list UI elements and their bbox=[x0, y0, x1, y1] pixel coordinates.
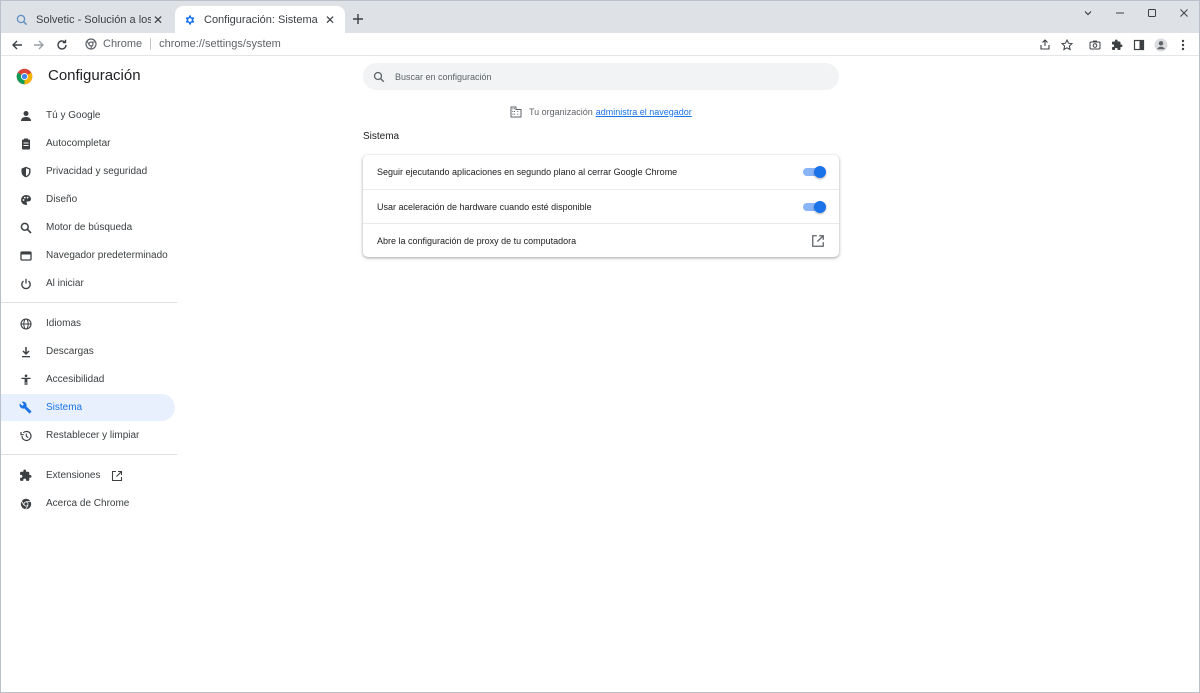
page-title: Configuración bbox=[48, 67, 141, 84]
minimize-button[interactable] bbox=[1104, 1, 1136, 25]
sidebar-item-label: Descargas bbox=[46, 346, 94, 357]
sidebar-item-label: Extensiones bbox=[46, 470, 101, 481]
sidebar-item-label: Autocompletar bbox=[46, 138, 111, 149]
sidebar-item-label: Idiomas bbox=[46, 318, 82, 329]
tab-title: Configuración: Sistema bbox=[204, 13, 318, 26]
setting-row-proxy[interactable]: Abre la configuración de proxy de tu com… bbox=[363, 223, 839, 257]
hardware-acceleration-toggle[interactable] bbox=[803, 201, 826, 213]
clipboard-icon bbox=[19, 137, 32, 150]
toggle-knob bbox=[814, 201, 826, 213]
sidebar-item-al-iniciar[interactable]: Al iniciar bbox=[1, 270, 175, 297]
puzzle-icon bbox=[19, 469, 32, 482]
address-bar[interactable]: Chrome chrome://settings/system bbox=[77, 34, 1082, 54]
site-chip: Chrome bbox=[103, 38, 143, 50]
sidebar-item-label: Motor de búsqueda bbox=[46, 222, 133, 233]
sidebar-divider bbox=[1, 302, 177, 303]
sidebar-item-privacidad[interactable]: Privacidad y seguridad bbox=[1, 158, 175, 185]
tab-solvetic[interactable]: Solvetic - Solución a los problem ✕ bbox=[7, 6, 173, 33]
sidebar-item-acerca-de-chrome[interactable]: Acerca de Chrome bbox=[1, 490, 175, 517]
search-icon bbox=[373, 71, 385, 83]
managed-notice-text: Tu organización bbox=[529, 106, 593, 117]
search-globe-icon bbox=[15, 13, 29, 27]
browser-window-icon bbox=[19, 249, 32, 262]
gear-icon bbox=[183, 13, 197, 27]
accessibility-icon bbox=[19, 373, 32, 386]
menu-kebab-icon[interactable] bbox=[1173, 35, 1193, 54]
sidebar-item-label: Sistema bbox=[46, 402, 83, 413]
managed-notice-link[interactable]: administra el navegador bbox=[596, 107, 692, 117]
sidebar-item-diseno[interactable]: Diseño bbox=[1, 186, 175, 213]
sidebar-item-label: Navegador predeterminado bbox=[46, 250, 168, 261]
close-icon[interactable]: ✕ bbox=[323, 13, 337, 27]
setting-label: Abre la configuración de proxy de tu com… bbox=[377, 235, 577, 246]
building-icon bbox=[510, 106, 522, 118]
omnibox-divider bbox=[150, 38, 152, 50]
close-icon[interactable]: ✕ bbox=[151, 13, 165, 27]
sidebar-item-sistema[interactable]: Sistema bbox=[1, 394, 175, 421]
chrome-icon bbox=[19, 497, 32, 510]
setting-row-background-apps[interactable]: Seguir ejecutando aplicaciones en segund… bbox=[363, 155, 839, 189]
maximize-button[interactable] bbox=[1136, 1, 1168, 25]
sidebar-item-descargas[interactable]: Descargas bbox=[1, 338, 175, 365]
sidebar-item-tu-y-google[interactable]: Tú y Google bbox=[1, 102, 175, 129]
download-icon bbox=[19, 345, 32, 358]
new-tab-button[interactable] bbox=[349, 10, 367, 28]
sidebar-item-label: Restablecer y limpiar bbox=[46, 430, 140, 441]
side-panel-icon[interactable] bbox=[1129, 35, 1149, 54]
sidebar-item-autocompletar[interactable]: Autocompletar bbox=[1, 130, 175, 157]
share-icon[interactable] bbox=[1035, 35, 1055, 54]
sidebar-item-label: Accesibilidad bbox=[46, 374, 105, 385]
wrench-icon bbox=[19, 401, 32, 414]
bookmark-star-icon[interactable] bbox=[1057, 35, 1077, 54]
section-title: Sistema bbox=[363, 131, 400, 142]
sidebar-item-label: Tú y Google bbox=[46, 110, 101, 121]
sidebar-item-label: Privacidad y seguridad bbox=[46, 166, 148, 177]
forward-button[interactable] bbox=[29, 35, 49, 54]
tab-title: Solvetic - Solución a los problem bbox=[36, 13, 151, 26]
extensions-puzzle-icon[interactable] bbox=[1107, 35, 1127, 54]
power-icon bbox=[19, 277, 32, 290]
setting-label: Seguir ejecutando aplicaciones en segund… bbox=[377, 167, 678, 177]
tab-search-button[interactable] bbox=[1072, 1, 1104, 25]
search-icon bbox=[19, 221, 32, 234]
shield-icon bbox=[19, 165, 32, 178]
tab-strip: Solvetic - Solución a los problem ✕ Conf… bbox=[1, 1, 1199, 33]
profile-avatar-icon[interactable] bbox=[1151, 35, 1171, 54]
close-window-button[interactable] bbox=[1168, 1, 1199, 25]
managed-notice: Tu organización administra el navegador bbox=[510, 105, 692, 118]
reload-button[interactable] bbox=[52, 35, 72, 54]
sidebar-item-label: Diseño bbox=[46, 194, 78, 205]
setting-row-hardware-acceleration[interactable]: Usar aceleración de hardware cuando esté… bbox=[363, 189, 839, 223]
sidebar-divider bbox=[1, 454, 177, 455]
background-apps-toggle[interactable] bbox=[803, 166, 826, 178]
system-settings-card: Seguir ejecutando aplicaciones en segund… bbox=[363, 155, 839, 257]
toolbar: Chrome chrome://settings/system bbox=[1, 33, 1199, 56]
browser-window: Solvetic - Solución a los problem ✕ Conf… bbox=[0, 0, 1200, 693]
globe-icon bbox=[19, 317, 32, 330]
back-button[interactable] bbox=[7, 35, 27, 54]
settings-search[interactable] bbox=[363, 63, 839, 90]
toggle-knob bbox=[814, 166, 826, 178]
person-icon bbox=[19, 109, 32, 122]
tab-configuracion-sistema[interactable]: Configuración: Sistema ✕ bbox=[175, 6, 345, 33]
camera-icon[interactable] bbox=[1085, 35, 1105, 54]
search-input[interactable] bbox=[395, 71, 795, 82]
setting-label: Usar aceleración de hardware cuando esté… bbox=[377, 201, 592, 212]
palette-icon bbox=[19, 193, 32, 206]
sidebar-item-motor-busqueda[interactable]: Motor de búsqueda bbox=[1, 214, 175, 241]
sidebar-item-restablecer[interactable]: Restablecer y limpiar bbox=[1, 422, 175, 449]
sidebar-item-accesibilidad[interactable]: Accesibilidad bbox=[1, 366, 175, 393]
sidebar-item-label: Acerca de Chrome bbox=[46, 498, 130, 509]
external-link-icon bbox=[111, 470, 123, 482]
chrome-site-icon bbox=[85, 38, 97, 50]
sidebar-item-idiomas[interactable]: Idiomas bbox=[1, 310, 175, 337]
sidebar-item-extensiones[interactable]: Extensiones bbox=[1, 462, 175, 489]
sidebar-item-navegador-predeterminado[interactable]: Navegador predeterminado bbox=[1, 242, 175, 269]
external-link-icon[interactable] bbox=[811, 234, 825, 248]
url-path: settings/system bbox=[204, 38, 281, 50]
url-scheme: chrome:// bbox=[159, 38, 205, 50]
history-icon bbox=[19, 429, 32, 442]
chrome-logo-icon bbox=[16, 68, 33, 85]
sidebar-item-label: Al iniciar bbox=[46, 278, 84, 289]
